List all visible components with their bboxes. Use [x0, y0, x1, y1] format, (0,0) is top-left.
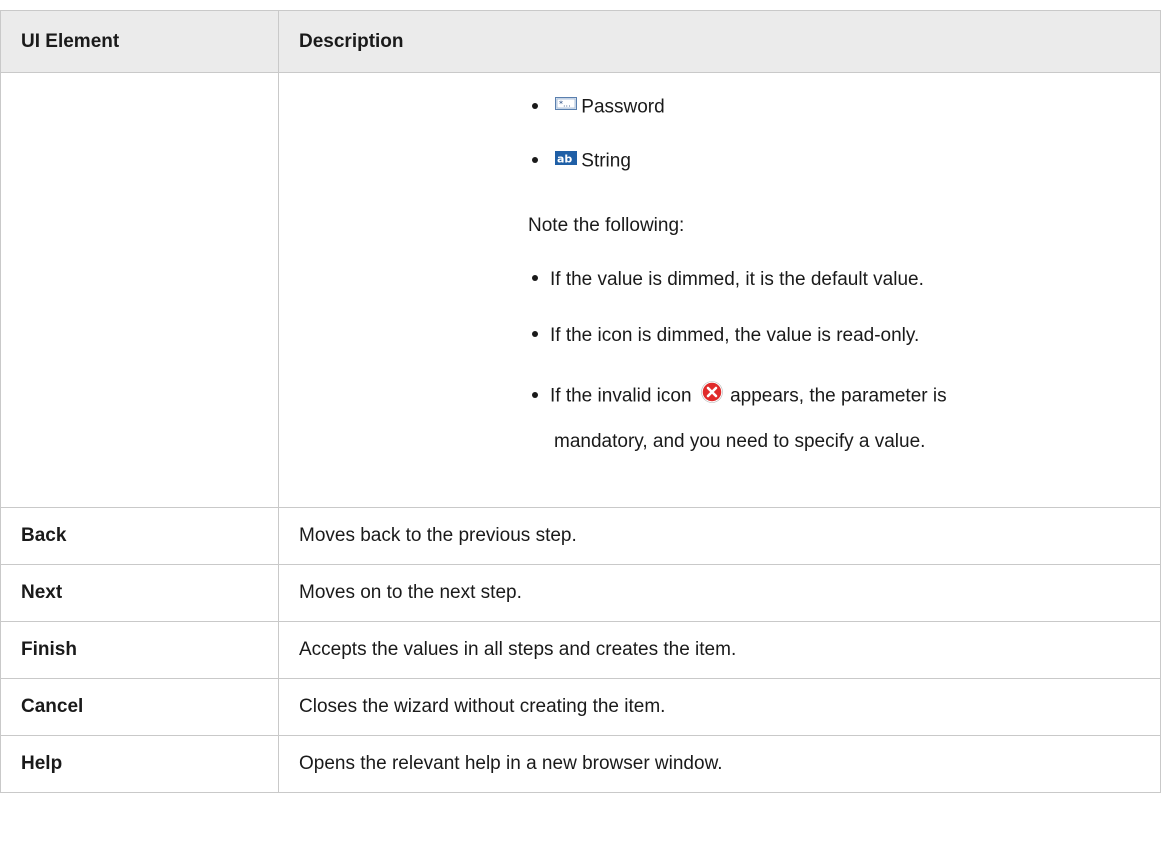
- element-back: Back: [0, 507, 279, 565]
- description-back: Moves back to the previous step.: [278, 507, 1161, 565]
- table-header-row: UI Element Description: [0, 10, 1161, 73]
- svg-text:ab: ab: [557, 153, 572, 166]
- ui-elements-table: UI Element Description *... Password ab …: [0, 10, 1161, 793]
- element-next: Next: [0, 564, 279, 622]
- note-intro: Note the following:: [528, 215, 685, 236]
- table-cell-element-empty: [0, 72, 279, 508]
- element-cancel: Cancel: [0, 678, 279, 736]
- password-icon: *...: [555, 95, 578, 117]
- note-text: If the value is dimmed, it is the defaul…: [550, 269, 924, 290]
- invalid-note-after: appears, the parameter is: [730, 385, 947, 407]
- svg-text:*...: *...: [559, 100, 571, 109]
- invalid-note-line2: mandatory, and you need to specify a val…: [554, 431, 926, 452]
- list-item: If the invalid icon appears, the paramet…: [528, 381, 947, 412]
- table-row: Help Opens the relevant help in a new br…: [0, 735, 1161, 793]
- list-item: If the icon is dimmed, the value is read…: [528, 325, 919, 347]
- table-row: *... Password ab String Note the followi…: [0, 72, 1161, 508]
- list-item: If the value is dimmed, it is the defaul…: [528, 269, 924, 291]
- table-row: Next Moves on to the next step.: [0, 564, 1161, 622]
- description-cancel: Closes the wizard without creating the i…: [278, 678, 1161, 736]
- header-description: Description: [278, 10, 1161, 73]
- description-help: Opens the relevant help in a new browser…: [278, 735, 1161, 793]
- table-row: Back Moves back to the previous step.: [0, 507, 1161, 565]
- element-help: Help: [0, 735, 279, 793]
- invalid-icon: [701, 381, 723, 409]
- table-row: Finish Accepts the values in all steps a…: [0, 621, 1161, 679]
- string-label: String: [581, 150, 631, 172]
- bullet: [532, 392, 538, 398]
- description-next: Moves on to the next step.: [278, 564, 1161, 622]
- element-finish: Finish: [0, 621, 279, 679]
- bullet: [532, 103, 538, 109]
- password-label: Password: [581, 96, 665, 118]
- header-ui-element: UI Element: [0, 10, 279, 73]
- invalid-note-before: If the invalid icon: [550, 385, 692, 407]
- bullet: [532, 157, 538, 163]
- table-cell-description: *... Password ab String Note the followi…: [278, 72, 1161, 508]
- note-text: If the icon is dimmed, the value is read…: [550, 325, 920, 346]
- list-item: ab String: [528, 149, 631, 174]
- description-finish: Accepts the values in all steps and crea…: [278, 621, 1161, 679]
- list-item: *... Password: [528, 95, 665, 120]
- string-icon: ab: [555, 149, 578, 171]
- table-row: Cancel Closes the wizard without creatin…: [0, 678, 1161, 736]
- bullet: [532, 331, 538, 338]
- bullet: [532, 275, 538, 282]
